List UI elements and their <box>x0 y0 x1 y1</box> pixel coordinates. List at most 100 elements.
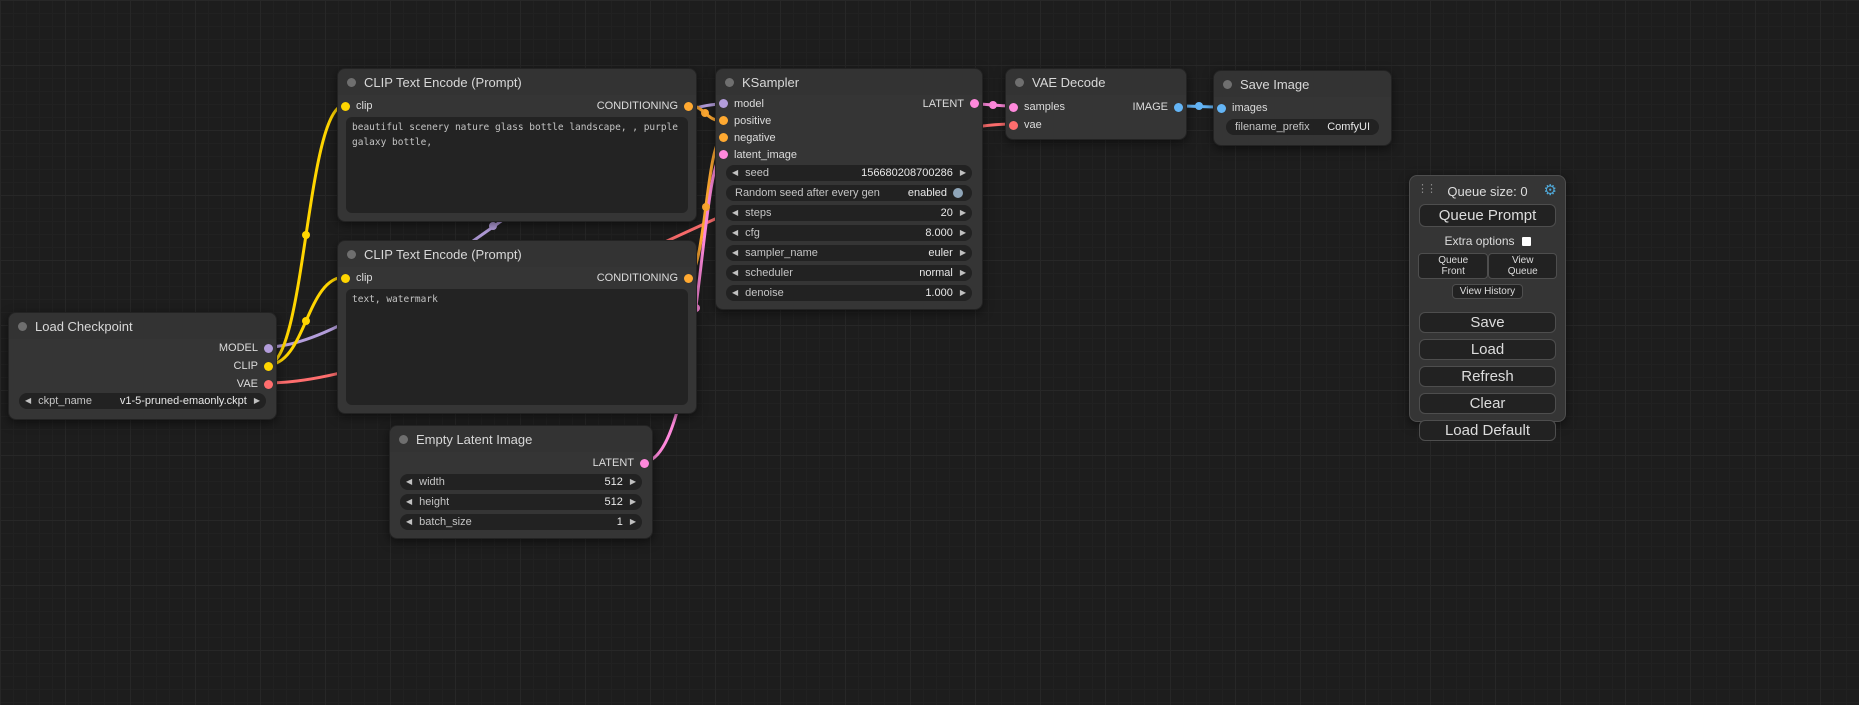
increment-arrow-icon[interactable]: ▶ <box>960 269 966 277</box>
view-queue-button[interactable]: View Queue <box>1488 253 1557 279</box>
input-slot-clip[interactable]: clip <box>341 272 373 284</box>
node-clip-text-encode-positive[interactable]: CLIP Text Encode (Prompt) clip CONDITION… <box>337 68 697 222</box>
latent-port-icon[interactable] <box>640 459 649 468</box>
vae-port-icon[interactable] <box>1009 121 1018 130</box>
decrement-arrow-icon[interactable]: ◀ <box>406 498 412 506</box>
increment-arrow-icon[interactable]: ▶ <box>630 478 636 486</box>
output-slot-latent[interactable]: LATENT <box>923 98 979 110</box>
widget-cfg[interactable]: ◀ cfg 8.000 ▶ <box>726 225 972 241</box>
node-ksampler[interactable]: KSampler model LATENT positive negative … <box>715 68 983 310</box>
collapse-dot-icon[interactable] <box>399 435 408 444</box>
widget-height[interactable]: ◀ height 512 ▶ <box>400 494 642 510</box>
output-slot-vae[interactable]: VAE <box>237 378 273 390</box>
clear-button[interactable]: Clear <box>1419 393 1556 414</box>
conditioning-port-icon[interactable] <box>684 102 693 111</box>
increment-arrow-icon[interactable]: ▶ <box>960 249 966 257</box>
widget-filename-prefix[interactable]: filename_prefix ComfyUI <box>1226 119 1379 135</box>
widget-batch-size[interactable]: ◀ batch_size 1 ▶ <box>400 514 642 530</box>
prompt-textarea[interactable]: beautiful scenery nature glass bottle la… <box>346 117 688 213</box>
input-slot-positive[interactable]: positive <box>719 115 771 127</box>
widget-scheduler[interactable]: ◀ scheduler normal ▶ <box>726 265 972 281</box>
node-title[interactable]: CLIP Text Encode (Prompt) <box>338 241 696 267</box>
decrement-arrow-icon[interactable]: ◀ <box>732 209 738 217</box>
widget-width[interactable]: ◀ width 512 ▶ <box>400 474 642 490</box>
input-slot-vae[interactable]: vae <box>1009 119 1042 131</box>
node-save-image[interactable]: Save Image images filename_prefix ComfyU… <box>1213 70 1392 146</box>
prompt-textarea[interactable]: text, watermark <box>346 289 688 405</box>
decrement-arrow-icon[interactable]: ◀ <box>25 397 31 405</box>
output-slot-conditioning[interactable]: CONDITIONING <box>597 272 693 284</box>
collapse-dot-icon[interactable] <box>18 322 27 331</box>
image-port-icon[interactable] <box>1174 103 1183 112</box>
model-port-icon[interactable] <box>719 99 728 108</box>
decrement-arrow-icon[interactable]: ◀ <box>732 289 738 297</box>
latent-port-icon[interactable] <box>970 99 979 108</box>
increment-arrow-icon[interactable]: ▶ <box>960 209 966 217</box>
input-slot-model[interactable]: model <box>719 98 764 110</box>
extra-options-checkbox[interactable] <box>1522 237 1531 246</box>
collapse-dot-icon[interactable] <box>347 250 356 259</box>
save-button[interactable]: Save <box>1419 312 1556 333</box>
drag-handle-icon[interactable]: ⋮⋮ <box>1417 182 1435 195</box>
load-button[interactable]: Load <box>1419 339 1556 360</box>
output-slot-conditioning[interactable]: CONDITIONING <box>597 100 693 112</box>
load-default-button[interactable]: Load Default <box>1419 420 1556 441</box>
view-history-button[interactable]: View History <box>1452 284 1523 299</box>
node-clip-text-encode-negative[interactable]: CLIP Text Encode (Prompt) clip CONDITION… <box>337 240 697 414</box>
decrement-arrow-icon[interactable]: ◀ <box>732 229 738 237</box>
increment-arrow-icon[interactable]: ▶ <box>630 518 636 526</box>
collapse-dot-icon[interactable] <box>1015 78 1024 87</box>
refresh-button[interactable]: Refresh <box>1419 366 1556 387</box>
model-port-icon[interactable] <box>264 344 273 353</box>
node-vae-decode[interactable]: VAE Decode samples IMAGE vae <box>1005 68 1187 140</box>
widget-random-seed-toggle[interactable]: Random seed after every gen enabled <box>726 185 972 201</box>
settings-gear-icon[interactable]: ⚙ <box>1544 181 1557 201</box>
decrement-arrow-icon[interactable]: ◀ <box>732 269 738 277</box>
output-slot-model[interactable]: MODEL <box>219 342 273 354</box>
latent-port-icon[interactable] <box>719 150 728 159</box>
conditioning-port-icon[interactable] <box>684 274 693 283</box>
output-slot-latent[interactable]: LATENT <box>593 457 649 469</box>
node-title[interactable]: VAE Decode <box>1006 69 1186 95</box>
output-slot-image[interactable]: IMAGE <box>1133 101 1183 113</box>
latent-port-icon[interactable] <box>1009 103 1018 112</box>
widget-seed[interactable]: ◀ seed 156680208700286 ▶ <box>726 165 972 181</box>
node-title[interactable]: Save Image <box>1214 71 1391 97</box>
collapse-dot-icon[interactable] <box>1223 80 1232 89</box>
output-slot-clip[interactable]: CLIP <box>234 360 273 372</box>
decrement-arrow-icon[interactable]: ◀ <box>406 478 412 486</box>
increment-arrow-icon[interactable]: ▶ <box>960 289 966 297</box>
node-title[interactable]: Empty Latent Image <box>390 426 652 452</box>
node-empty-latent-image[interactable]: Empty Latent Image LATENT ◀ width 512 ▶ … <box>389 425 653 539</box>
image-port-icon[interactable] <box>1217 104 1226 113</box>
increment-arrow-icon[interactable]: ▶ <box>960 229 966 237</box>
decrement-arrow-icon[interactable]: ◀ <box>732 249 738 257</box>
clip-port-icon[interactable] <box>264 362 273 371</box>
queue-front-button[interactable]: Queue Front <box>1418 253 1488 279</box>
node-load-checkpoint[interactable]: Load Checkpoint MODEL CLIP VAE ◀ ckpt_na… <box>8 312 277 420</box>
widget-denoise[interactable]: ◀ denoise 1.000 ▶ <box>726 285 972 301</box>
widget-sampler-name[interactable]: ◀ sampler_name euler ▶ <box>726 245 972 261</box>
input-slot-images[interactable]: images <box>1217 102 1267 114</box>
increment-arrow-icon[interactable]: ▶ <box>960 169 966 177</box>
input-slot-samples[interactable]: samples <box>1009 101 1065 113</box>
conditioning-port-icon[interactable] <box>719 133 728 142</box>
decrement-arrow-icon[interactable]: ◀ <box>732 169 738 177</box>
collapse-dot-icon[interactable] <box>347 78 356 87</box>
node-title[interactable]: KSampler <box>716 69 982 95</box>
node-title[interactable]: CLIP Text Encode (Prompt) <box>338 69 696 95</box>
collapse-dot-icon[interactable] <box>725 78 734 87</box>
toggle-icon[interactable] <box>953 188 963 198</box>
widget-steps[interactable]: ◀ steps 20 ▶ <box>726 205 972 221</box>
clip-port-icon[interactable] <box>341 102 350 111</box>
node-title[interactable]: Load Checkpoint <box>9 313 276 339</box>
decrement-arrow-icon[interactable]: ◀ <box>406 518 412 526</box>
input-slot-negative[interactable]: negative <box>719 132 776 144</box>
input-slot-latent-image[interactable]: latent_image <box>719 149 797 161</box>
conditioning-port-icon[interactable] <box>719 116 728 125</box>
clip-port-icon[interactable] <box>341 274 350 283</box>
input-slot-clip[interactable]: clip <box>341 100 373 112</box>
increment-arrow-icon[interactable]: ▶ <box>630 498 636 506</box>
widget-ckpt-name[interactable]: ◀ ckpt_name v1-5-pruned-emaonly.ckpt ▶ <box>19 393 266 409</box>
queue-prompt-button[interactable]: Queue Prompt <box>1419 204 1556 227</box>
